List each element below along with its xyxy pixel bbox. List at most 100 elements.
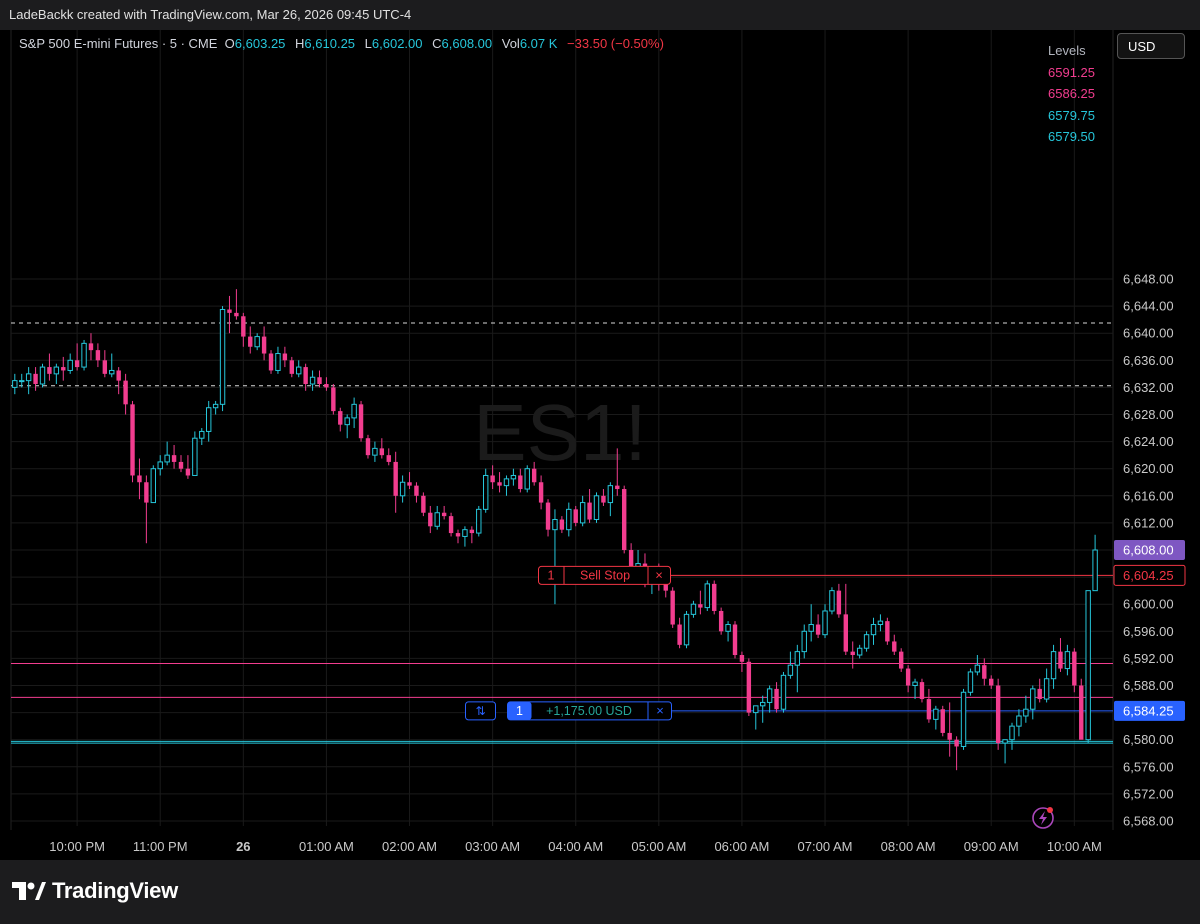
low-label: L [364, 36, 372, 51]
candle-body [309, 376, 316, 385]
candlestick-chart[interactable]: 6,568.006,572.006,576.006,580.006,584.00… [0, 30, 1200, 860]
price-tick-label: 6,588.00 [1123, 678, 1174, 693]
candle-body [206, 407, 212, 432]
candle-body [268, 353, 274, 371]
candle-body [386, 455, 391, 462]
candle-body [905, 668, 911, 686]
candle-body [856, 647, 863, 656]
price-tick-label: 6,612.00 [1123, 515, 1174, 530]
candle-body [690, 603, 697, 615]
levels-panel: Levels 6591.25 6586.25 6579.75 6579.50 [1048, 40, 1095, 148]
candle-body [462, 529, 468, 537]
candle-body [954, 739, 959, 747]
candle-body [1064, 651, 1071, 670]
candle-body [732, 624, 738, 656]
high-value: 6,610.25 [304, 36, 356, 51]
low-value: 6,602.00 [371, 36, 423, 51]
candle-body [989, 678, 994, 686]
open-value: 6,603.25 [234, 36, 286, 51]
candle-body [428, 512, 433, 527]
candle-body [234, 312, 239, 317]
candle-body [607, 485, 614, 504]
price-tick-label: 6,576.00 [1123, 759, 1174, 774]
candle-body [483, 474, 489, 510]
time-tick-label: 11:00 PM [133, 839, 188, 854]
price-tick-label: 6,616.00 [1123, 488, 1174, 503]
chart-area[interactable]: 6,568.006,572.006,576.006,580.006,584.00… [0, 30, 1200, 860]
candle-body [836, 590, 842, 615]
candle-body [1092, 549, 1098, 592]
candle-body [870, 624, 877, 636]
price-tick-label: 6,632.00 [1123, 380, 1174, 395]
candle-body [379, 448, 385, 456]
candle-body [593, 495, 600, 521]
candle-body [628, 550, 634, 567]
candle-body [926, 699, 932, 720]
currency-button[interactable]: USD [1117, 33, 1185, 59]
price-tick-label: 6,600.00 [1123, 597, 1174, 612]
candle-body [746, 661, 752, 713]
levels-title: Levels [1048, 43, 1086, 58]
position-pnl: +1,175.00 USD [546, 704, 632, 718]
candle-body [12, 380, 18, 388]
tradingview-logo[interactable]: TradingView [12, 878, 178, 904]
price-tick-label: 6,592.00 [1123, 651, 1174, 666]
candle-body [940, 709, 945, 733]
price-tick-label: 6,596.00 [1123, 624, 1174, 639]
position-qty: 1 [516, 704, 523, 718]
candle-body [766, 688, 773, 703]
candle-body [102, 360, 108, 374]
candle-body [566, 508, 572, 531]
level-item: 6579.50 [1048, 129, 1095, 144]
candle-body [39, 366, 46, 385]
candle-body [601, 495, 606, 503]
candle-body [1043, 678, 1050, 700]
candle-body [157, 461, 163, 470]
candle-body [559, 519, 565, 530]
candle-body [1002, 739, 1008, 744]
candle-body [33, 373, 38, 385]
time-tick-label: 10:00 AM [1047, 839, 1102, 854]
candle-body [718, 610, 724, 632]
candle-body [1016, 715, 1022, 727]
time-tick-label: 07:00 AM [798, 839, 853, 854]
candle-body [670, 590, 675, 625]
candle-body [81, 342, 87, 368]
symbol-title[interactable]: S&P 500 E-mini Futures · 5 · CME [19, 36, 217, 51]
candle-body [1085, 590, 1091, 741]
candle-body [1037, 688, 1042, 700]
candle-body [331, 387, 336, 412]
candle-body [822, 610, 828, 636]
high-label: H [295, 36, 305, 51]
candle-body [393, 461, 398, 496]
order-price-label: 6,604.25 [1123, 568, 1174, 583]
candle-body [61, 367, 66, 371]
candle-body [275, 353, 281, 371]
candle-body [587, 502, 592, 520]
candle-body [683, 613, 690, 646]
candle-body [503, 478, 510, 487]
price-tick-label: 6,580.00 [1123, 732, 1174, 747]
price-tick-label: 6,640.00 [1123, 326, 1174, 341]
candle-body [407, 482, 412, 486]
candle-body [303, 367, 308, 385]
candle-body [919, 682, 925, 700]
candle-body [53, 366, 60, 375]
candle-body [476, 508, 482, 534]
candle-body [885, 621, 890, 642]
symbol-legend: S&P 500 E-mini Futures · 5 · CME O6,603.… [19, 36, 664, 51]
candle-body [538, 482, 544, 503]
candle-body [808, 624, 814, 632]
candle-body [760, 701, 766, 707]
candle-body [469, 529, 475, 534]
candle-body [787, 664, 794, 676]
candle-body [178, 461, 184, 469]
candle-body [455, 533, 461, 537]
candle-body [615, 485, 620, 490]
candle-body [372, 447, 378, 456]
candle-body [137, 475, 142, 483]
price-tick-label: 6,624.00 [1123, 434, 1174, 449]
brand-name: TradingView [52, 878, 178, 903]
candle-body [212, 403, 219, 409]
candle-body [254, 336, 260, 348]
